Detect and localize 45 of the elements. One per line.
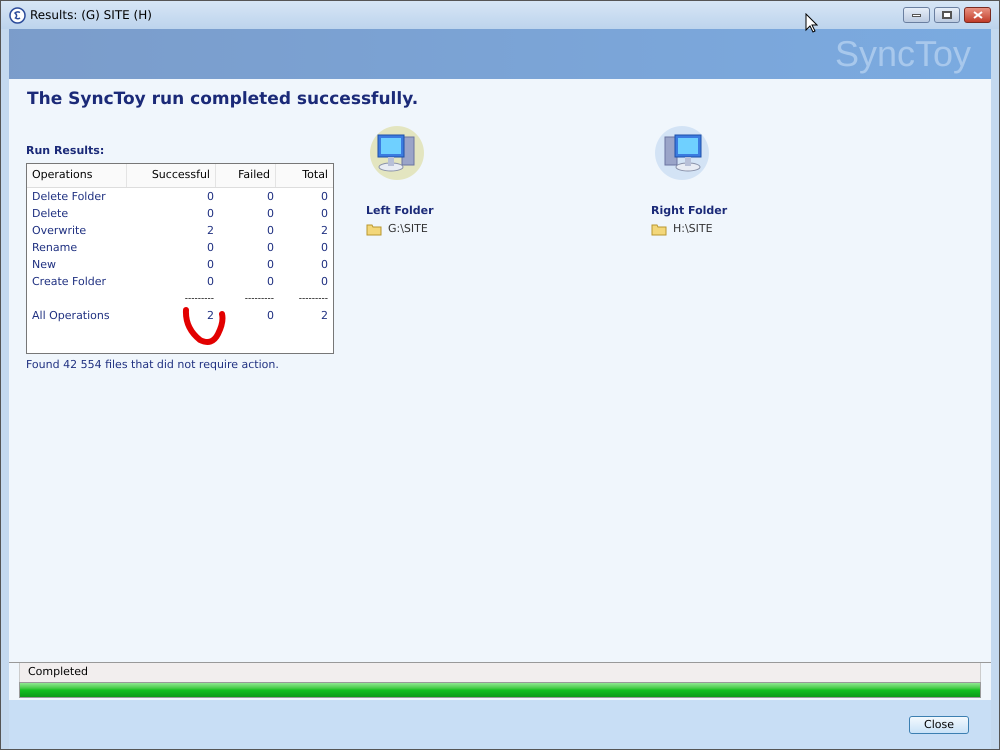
table-cell-text: 0 bbox=[266, 257, 274, 274]
table-cell-text: 0 bbox=[266, 189, 274, 206]
table-cell-text: 2 bbox=[206, 308, 214, 324]
table-cell-text: Create Folder bbox=[32, 274, 108, 290]
close-button[interactable]: Close bbox=[909, 716, 969, 734]
folder-path: H:\SITE bbox=[673, 221, 713, 237]
table-cell-text: 0 bbox=[320, 240, 328, 256]
table-cell-text: 2 bbox=[320, 223, 328, 240]
table-cell-text: 0 bbox=[206, 206, 214, 222]
table-cell-text: Delete Folder bbox=[32, 189, 107, 206]
headline: The SyncToy run completed successfully. bbox=[27, 88, 420, 111]
folder-label: Right Folder bbox=[651, 202, 728, 218]
column-header[interactable]: Successful bbox=[127, 164, 216, 187]
table-cell-text: 0 bbox=[320, 189, 328, 206]
table-cell-text: Delete bbox=[32, 206, 70, 222]
table-cell-text: 0 bbox=[206, 257, 214, 274]
table-cell-text: 0 bbox=[206, 240, 214, 256]
table-cell-text: 0 bbox=[206, 189, 214, 206]
table-cell-text: 0 bbox=[266, 223, 274, 240]
column-header[interactable]: Operations bbox=[27, 164, 127, 187]
table-cell-text: 0 bbox=[266, 206, 274, 222]
table-cell-text: 0 bbox=[266, 308, 274, 324]
table-cell-text: 0 bbox=[320, 206, 328, 222]
folder-path: G:\SITE bbox=[388, 221, 428, 237]
separator-text: --------- bbox=[298, 295, 328, 304]
folder-label: Left Folder bbox=[366, 202, 434, 218]
table-cell-text: 0 bbox=[320, 257, 328, 274]
table-cell-text: All Operations bbox=[32, 308, 111, 324]
separator-text: --------- bbox=[184, 295, 214, 304]
table-cell-text: 0 bbox=[266, 274, 274, 290]
table-cell-text: Rename bbox=[32, 240, 78, 256]
table-cell-text: 0 bbox=[266, 240, 274, 256]
table-cell-text: Overwrite bbox=[32, 223, 88, 240]
table-cell-text: 0 bbox=[320, 274, 328, 290]
table-cell-text: New bbox=[32, 257, 57, 274]
window-title: Results: (G) SITE (H) bbox=[30, 7, 152, 24]
column-header[interactable]: Failed bbox=[216, 164, 276, 187]
table-cell-text: 2 bbox=[320, 308, 328, 324]
table-cell-text: 2 bbox=[206, 223, 214, 240]
status-text: Completed bbox=[19, 663, 981, 682]
section-title: Run Results: bbox=[26, 142, 106, 158]
summary-note: Found 42 554 files that did not require action. bbox=[26, 357, 280, 373]
table-cell-text: 0 bbox=[206, 274, 214, 290]
column-header[interactable]: Total bbox=[276, 164, 333, 187]
separator-text: --------- bbox=[244, 295, 274, 304]
